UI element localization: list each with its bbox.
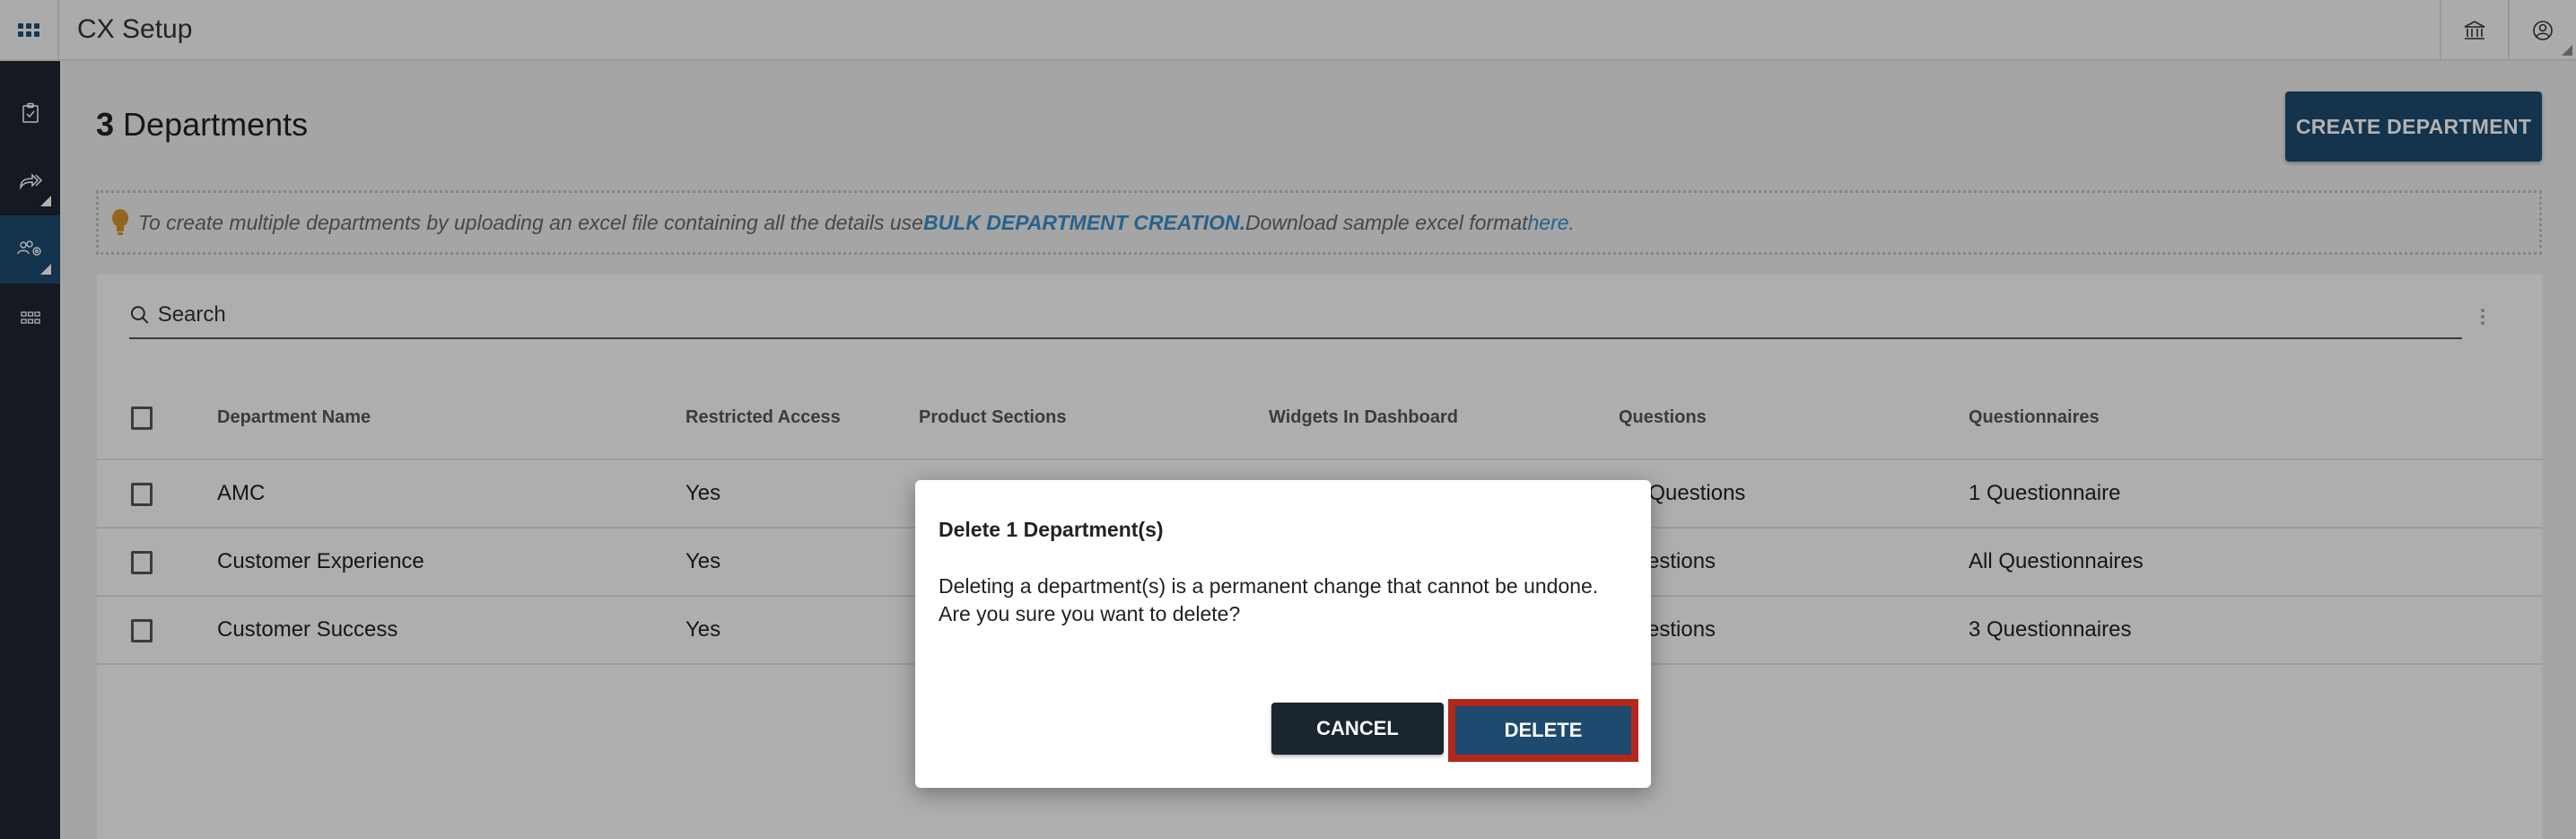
- dialog-message-line1: Deleting a department(s) is a permanent …: [939, 574, 1599, 598]
- cancel-button[interactable]: CANCEL: [1271, 703, 1444, 755]
- dialog-title: Delete 1 Department(s): [939, 518, 1164, 541]
- delete-button-highlight: DELETE: [1448, 699, 1638, 762]
- delete-confirmation-dialog: Delete 1 Department(s) Deleting a depart…: [915, 480, 1651, 788]
- dialog-message: Deleting a department(s) is a permanent …: [939, 572, 1638, 628]
- dialog-message-line2: Are you sure you want to delete?: [939, 602, 1241, 625]
- delete-button[interactable]: DELETE: [1455, 706, 1631, 755]
